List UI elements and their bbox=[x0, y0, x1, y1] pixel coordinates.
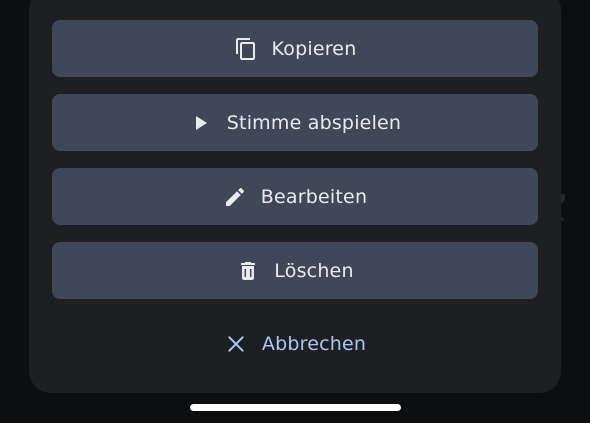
pencil-icon bbox=[223, 185, 247, 209]
copy-button[interactable]: Kopieren bbox=[52, 20, 538, 77]
screen: Kopieren Stimme abspielen Bearbeiten Lös… bbox=[0, 0, 590, 423]
copy-icon bbox=[234, 37, 258, 61]
edit-button[interactable]: Bearbeiten bbox=[52, 168, 538, 225]
home-indicator[interactable] bbox=[190, 404, 401, 411]
play-icon bbox=[189, 111, 213, 135]
play-voice-label: Stimme abspielen bbox=[226, 111, 402, 134]
delete-button[interactable]: Löschen bbox=[52, 242, 538, 299]
play-voice-button[interactable]: Stimme abspielen bbox=[52, 94, 538, 151]
copy-label: Kopieren bbox=[271, 37, 357, 60]
cancel-label: Abbrechen bbox=[261, 333, 367, 355]
edit-label: Bearbeiten bbox=[260, 185, 368, 208]
close-icon bbox=[224, 332, 248, 356]
cancel-button[interactable]: Abbrechen bbox=[52, 318, 538, 370]
trash-icon bbox=[236, 259, 260, 283]
delete-label: Löschen bbox=[274, 259, 354, 282]
